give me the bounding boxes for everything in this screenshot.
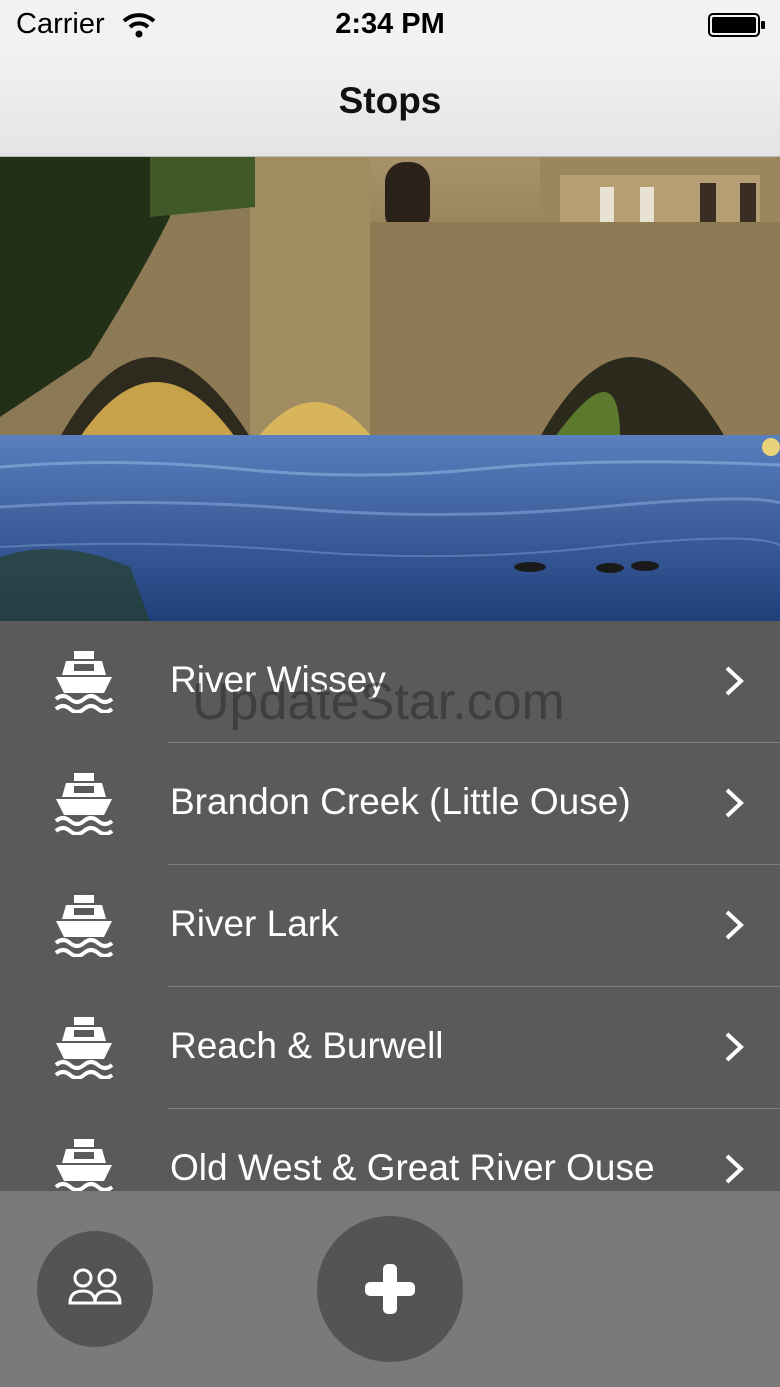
list-item[interactable]: River Lark bbox=[0, 865, 780, 987]
bridge-photo bbox=[0, 157, 780, 621]
people-icon bbox=[68, 1268, 122, 1305]
navigation-bar: Stops bbox=[0, 50, 780, 157]
bottom-toolbar bbox=[0, 1191, 780, 1387]
plus-icon bbox=[365, 1264, 415, 1314]
stop-label: Old West & Great River Ouse bbox=[170, 1147, 655, 1188]
status-bar: Carrier 2:34 PM bbox=[0, 0, 780, 50]
list-item[interactable]: River Wissey bbox=[0, 621, 780, 743]
boat-icon bbox=[54, 1017, 114, 1079]
battery-icon bbox=[708, 13, 765, 37]
stop-label: Reach & Burwell bbox=[170, 1025, 444, 1066]
boat-icon bbox=[54, 773, 114, 835]
stop-label: River Wissey bbox=[170, 659, 386, 700]
add-button[interactable] bbox=[317, 1216, 463, 1362]
chevron-right-icon bbox=[725, 1032, 744, 1062]
list-item[interactable]: Brandon Creek (Little Ouse) bbox=[0, 743, 780, 865]
hero-image bbox=[0, 157, 780, 621]
people-button[interactable] bbox=[37, 1231, 153, 1347]
list-item[interactable]: Reach & Burwell bbox=[0, 987, 780, 1109]
boat-icon bbox=[54, 895, 114, 957]
chevron-right-icon bbox=[725, 666, 744, 696]
boat-icon bbox=[54, 651, 114, 713]
chevron-right-icon bbox=[725, 788, 744, 818]
list-item[interactable]: Old West & Great River Ouse bbox=[0, 1109, 780, 1191]
boat-icon bbox=[54, 1139, 114, 1191]
page-title: Stops bbox=[338, 80, 442, 121]
chevron-right-icon bbox=[725, 1154, 744, 1184]
stop-label: River Lark bbox=[170, 903, 339, 944]
chevron-right-icon bbox=[725, 910, 744, 940]
stop-label: Brandon Creek (Little Ouse) bbox=[170, 781, 631, 822]
stops-list: River Wissey Brandon Creek (Little Ouse) bbox=[0, 621, 780, 1191]
clock: 2:34 PM bbox=[335, 8, 445, 40]
